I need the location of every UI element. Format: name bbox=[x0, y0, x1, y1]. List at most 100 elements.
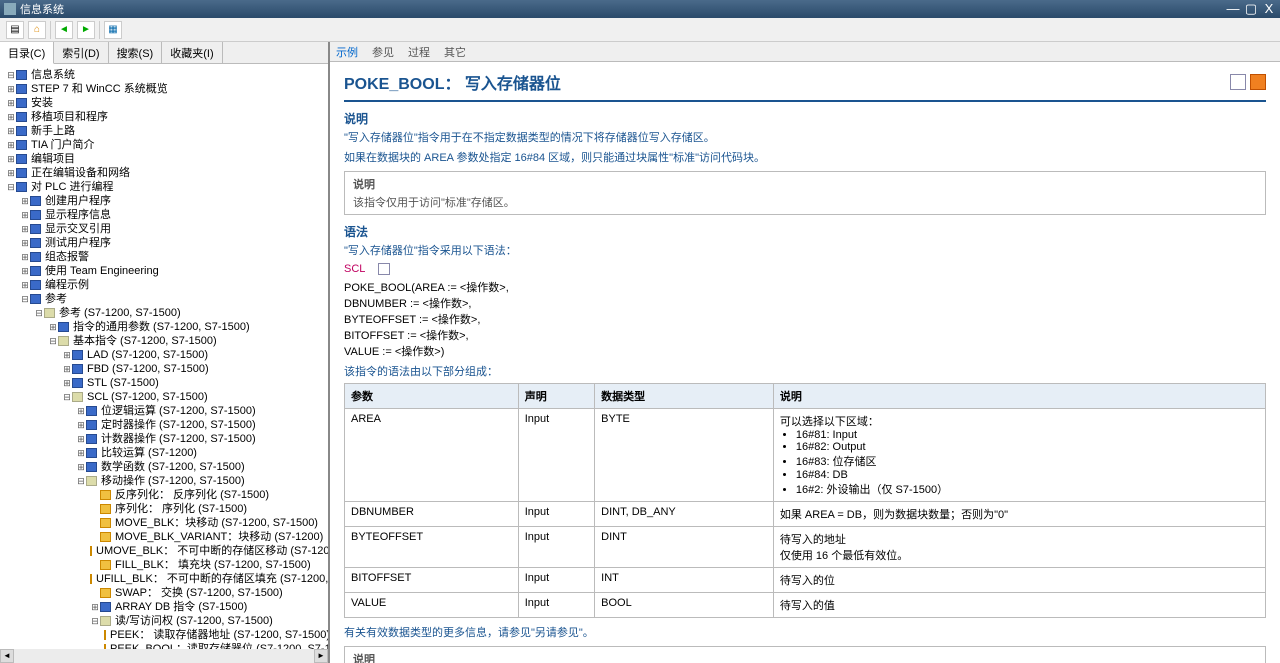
collapse-icon[interactable]: ⊟ bbox=[6, 68, 16, 82]
collapse-icon[interactable]: ⊟ bbox=[48, 334, 58, 348]
expand-icon[interactable]: ⊞ bbox=[76, 432, 86, 446]
tree-item[interactable]: ⊞使用 Team Engineering bbox=[2, 264, 326, 278]
expand-icon[interactable]: ⊞ bbox=[20, 236, 30, 250]
tree-item[interactable]: ⊞正在编辑设备和网络 bbox=[2, 166, 326, 180]
expand-icon[interactable]: ⊞ bbox=[62, 362, 72, 376]
tree-label: 参考 bbox=[44, 292, 68, 306]
ctab-other[interactable]: 其它 bbox=[444, 44, 466, 60]
copy-icon[interactable] bbox=[378, 263, 390, 275]
toggle-tree-icon[interactable]: ▤ bbox=[6, 21, 24, 39]
tree-item[interactable]: UFILL_BLK： 不可中断的存储区填充 (S7-1200, S7-1500) bbox=[2, 572, 326, 586]
tree-item[interactable]: ⊞计数器操作 (S7-1200, S7-1500) bbox=[2, 432, 326, 446]
tree-item[interactable]: ⊞FBD (S7-1200, S7-1500) bbox=[2, 362, 326, 376]
tree-item[interactable]: ⊞编程示例 bbox=[2, 278, 326, 292]
tree-item[interactable]: ⊟移动操作 (S7-1200, S7-1500) bbox=[2, 474, 326, 488]
tree-item[interactable]: ⊟参考 (S7-1200, S7-1500) bbox=[2, 306, 326, 320]
tree-item[interactable]: FILL_BLK： 填充块 (S7-1200, S7-1500) bbox=[2, 558, 326, 572]
tree-label: LAD (S7-1200, S7-1500) bbox=[86, 348, 209, 362]
back-icon[interactable]: ◄ bbox=[55, 21, 73, 39]
external-link-icon[interactable] bbox=[1250, 74, 1266, 90]
home-icon[interactable]: ⌂ bbox=[28, 21, 46, 39]
scroll-track[interactable] bbox=[14, 649, 314, 663]
tree-item[interactable]: ⊞测试用户程序 bbox=[2, 236, 326, 250]
tree-item[interactable]: ⊟信息系统 bbox=[2, 68, 326, 82]
collapse-icon[interactable]: ⊟ bbox=[20, 292, 30, 306]
expand-icon[interactable]: ⊞ bbox=[20, 222, 30, 236]
ctab-seealso[interactable]: 参见 bbox=[372, 44, 394, 60]
tree-item[interactable]: ⊞显示交叉引用 bbox=[2, 222, 326, 236]
tree-item[interactable]: ⊟ 参考 bbox=[2, 292, 326, 306]
expand-icon[interactable]: ⊞ bbox=[6, 166, 16, 180]
scroll-right-icon[interactable]: ► bbox=[314, 649, 328, 663]
tree-item[interactable]: ⊞STL (S7-1500) bbox=[2, 376, 326, 390]
tree-item[interactable]: ⊞指令的通用参数 (S7-1200, S7-1500) bbox=[2, 320, 326, 334]
collapse-icon[interactable]: ⊟ bbox=[62, 390, 72, 404]
tree-item[interactable]: ⊞移植项目和程序 bbox=[2, 110, 326, 124]
tree-item[interactable]: ⊞位逻辑运算 (S7-1200, S7-1500) bbox=[2, 404, 326, 418]
tree-item[interactable]: ⊞安装 bbox=[2, 96, 326, 110]
tree-item[interactable]: ⊟SCL (S7-1200, S7-1500) bbox=[2, 390, 326, 404]
help-icon[interactable] bbox=[1230, 74, 1246, 90]
tree-item[interactable]: ⊟基本指令 (S7-1200, S7-1500) bbox=[2, 334, 326, 348]
expand-icon[interactable]: ⊞ bbox=[62, 376, 72, 390]
tab-index[interactable]: 索引(D) bbox=[54, 42, 108, 63]
tree-item[interactable]: ⊞ARRAY DB 指令 (S7-1500) bbox=[2, 600, 326, 614]
collapse-icon[interactable]: ⊟ bbox=[34, 306, 44, 320]
tree-item[interactable]: MOVE_BLK：块移动 (S7-1200, S7-1500) bbox=[2, 516, 326, 530]
expand-icon[interactable]: ⊞ bbox=[6, 82, 16, 96]
minimize-button[interactable]: — bbox=[1226, 1, 1240, 17]
close-button[interactable]: X bbox=[1262, 1, 1276, 17]
tree-item[interactable]: ⊞新手上路 bbox=[2, 124, 326, 138]
tree-item[interactable]: UMOVE_BLK： 不可中断的存储区移动 (S7-1200, S7-1500) bbox=[2, 544, 326, 558]
tree-item[interactable]: ⊞STEP 7 和 WinCC 系统概览 bbox=[2, 82, 326, 96]
expand-icon[interactable]: ⊞ bbox=[6, 138, 16, 152]
expand-icon[interactable]: ⊞ bbox=[20, 194, 30, 208]
scroll-left-icon[interactable]: ◄ bbox=[0, 649, 14, 663]
tab-contents[interactable]: 目录(C) bbox=[0, 42, 54, 64]
expand-icon[interactable]: ⊞ bbox=[6, 152, 16, 166]
expand-icon[interactable]: ⊞ bbox=[6, 110, 16, 124]
expand-icon[interactable]: ⊞ bbox=[48, 320, 58, 334]
tree-item[interactable]: ⊞数学函数 (S7-1200, S7-1500) bbox=[2, 460, 326, 474]
tree-item[interactable]: ⊞比较运算 (S7-1200) bbox=[2, 446, 326, 460]
collapse-icon[interactable]: ⊟ bbox=[76, 474, 86, 488]
tree-item[interactable]: ⊟读/写访问权 (S7-1200, S7-1500) bbox=[2, 614, 326, 628]
expand-icon[interactable]: ⊞ bbox=[76, 418, 86, 432]
expand-icon[interactable]: ⊞ bbox=[20, 250, 30, 264]
expand-icon[interactable]: ⊞ bbox=[20, 278, 30, 292]
book-icon bbox=[16, 98, 27, 108]
tree-view[interactable]: ⊟信息系统⊞STEP 7 和 WinCC 系统概览⊞安装⊞移植项目和程序⊞新手上… bbox=[0, 64, 328, 663]
tab-favorites[interactable]: 收藏夹(I) bbox=[162, 42, 222, 63]
tree-item[interactable]: ⊞ LAD (S7-1200, S7-1500) bbox=[2, 348, 326, 362]
collapse-icon[interactable]: ⊟ bbox=[90, 614, 100, 628]
tree-item[interactable]: ⊞组态报警 bbox=[2, 250, 326, 264]
expand-icon[interactable]: ⊞ bbox=[90, 600, 100, 614]
expand-icon[interactable]: ⊞ bbox=[62, 348, 72, 362]
tree-item[interactable]: SWAP： 交换 (S7-1200, S7-1500) bbox=[2, 586, 326, 600]
tree-item[interactable]: ⊞定时器操作 (S7-1200, S7-1500) bbox=[2, 418, 326, 432]
expand-icon[interactable]: ⊞ bbox=[20, 264, 30, 278]
tree-item[interactable]: ⊟对 PLC 进行编程 bbox=[2, 180, 326, 194]
tree-item[interactable]: 序列化： 序列化 (S7-1500) bbox=[2, 502, 326, 516]
tree-item[interactable]: ⊞TIA 门户简介 bbox=[2, 138, 326, 152]
tree-item[interactable]: PEEK： 读取存储器地址 (S7-1200, S7-1500) bbox=[2, 628, 326, 642]
forward-icon[interactable]: ► bbox=[77, 21, 95, 39]
expand-icon[interactable]: ⊞ bbox=[76, 460, 86, 474]
maximize-button[interactable]: ▢ bbox=[1244, 1, 1258, 17]
expand-icon[interactable]: ⊞ bbox=[20, 208, 30, 222]
collapse-icon[interactable]: ⊟ bbox=[6, 180, 16, 194]
print-icon[interactable]: ▦ bbox=[104, 21, 122, 39]
tree-hscroll[interactable]: ◄ ► bbox=[0, 649, 328, 663]
expand-icon[interactable]: ⊞ bbox=[76, 404, 86, 418]
expand-icon[interactable]: ⊞ bbox=[76, 446, 86, 460]
tree-item[interactable]: ⊞创建用户程序 bbox=[2, 194, 326, 208]
tree-item[interactable]: MOVE_BLK_VARIANT：块移动 (S7-1200) bbox=[2, 530, 326, 544]
expand-icon[interactable]: ⊞ bbox=[6, 96, 16, 110]
ctab-example[interactable]: 示例 bbox=[336, 44, 358, 60]
tree-item[interactable]: ⊞显示程序信息 bbox=[2, 208, 326, 222]
tree-item[interactable]: 反序列化： 反序列化 (S7-1500) bbox=[2, 488, 326, 502]
expand-icon[interactable]: ⊞ bbox=[6, 124, 16, 138]
tree-item[interactable]: ⊞编辑项目 bbox=[2, 152, 326, 166]
tab-search[interactable]: 搜索(S) bbox=[109, 42, 163, 63]
ctab-process[interactable]: 过程 bbox=[408, 44, 430, 60]
